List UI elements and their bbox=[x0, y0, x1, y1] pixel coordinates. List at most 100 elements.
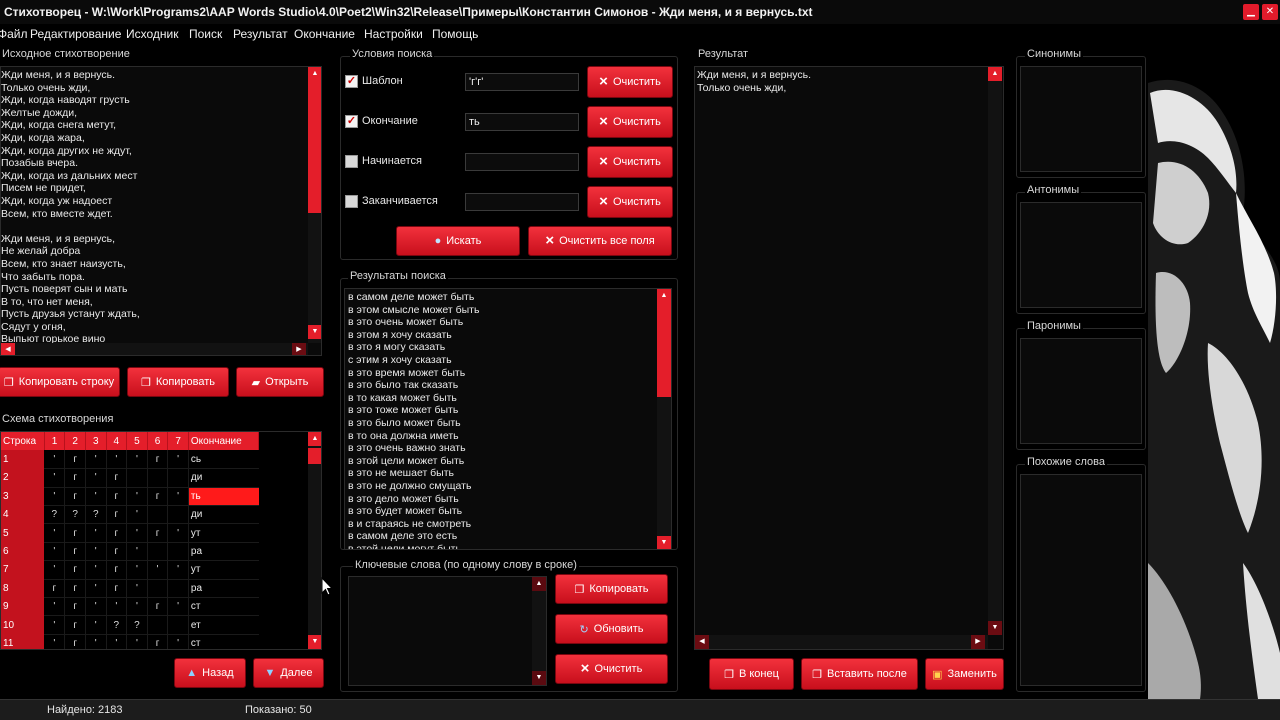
scroll-down-icon[interactable]: ▼ bbox=[532, 671, 546, 685]
condition-field[interactable] bbox=[465, 153, 579, 171]
clear-all-button[interactable]: × Очистить все поля bbox=[528, 226, 672, 256]
menu-help[interactable]: Помощь bbox=[432, 27, 478, 41]
close-button[interactable]: ✕ bbox=[1262, 4, 1278, 20]
scroll-left-icon[interactable]: ◀ bbox=[695, 635, 709, 649]
similar-list[interactable] bbox=[1020, 474, 1142, 686]
condition-checkbox[interactable]: ✓ bbox=[345, 115, 358, 128]
minimize-button[interactable]: ▁ bbox=[1243, 4, 1259, 20]
search-result-item[interactable]: в это я могу сказать bbox=[348, 341, 479, 354]
search-result-item[interactable]: в это тоже может быть bbox=[348, 404, 479, 417]
scroll-down-icon[interactable]: ▼ bbox=[308, 635, 321, 649]
scroll-thumb[interactable] bbox=[308, 81, 321, 213]
replace-button[interactable]: ▣ Заменить bbox=[925, 658, 1004, 690]
condition-checkbox[interactable]: ✓ bbox=[345, 195, 358, 208]
search-result-item[interactable]: в этой цели может быть bbox=[348, 455, 479, 468]
scroll-thumb[interactable] bbox=[657, 303, 671, 397]
open-button[interactable]: ▰ Открыть bbox=[236, 367, 324, 397]
scheme-ending-cell[interactable]: ут bbox=[188, 560, 259, 580]
scheme-row[interactable]: 6 ' г ' г ' ра bbox=[1, 542, 259, 562]
scheme-row[interactable]: 9 ' г ' ' ' г ' ст bbox=[1, 597, 259, 617]
scheme-vscroll[interactable]: ▲ ▼ bbox=[308, 432, 321, 649]
scroll-down-icon[interactable]: ▼ bbox=[988, 621, 1002, 635]
search-result-item[interactable]: в то какая может быть bbox=[348, 392, 479, 405]
menu-ending[interactable]: Окончание bbox=[294, 27, 355, 41]
scheme-ending-cell[interactable]: ст bbox=[188, 634, 259, 649]
menu-edit[interactable]: Редактирование bbox=[30, 27, 121, 41]
scheme-ending-cell[interactable]: ст bbox=[188, 597, 259, 617]
search-button[interactable]: ● Искать bbox=[396, 226, 520, 256]
condition-field[interactable]: 'г'г' bbox=[465, 73, 579, 91]
search-result-item[interactable]: с этим я хочу сказать bbox=[348, 354, 479, 367]
results-vscroll[interactable]: ▲ ▼ bbox=[657, 289, 671, 549]
search-result-item[interactable]: в это время может быть bbox=[348, 367, 479, 380]
scroll-right-icon[interactable]: ▶ bbox=[971, 635, 985, 649]
antonyms-list[interactable] bbox=[1020, 202, 1142, 308]
scroll-up-icon[interactable]: ▲ bbox=[532, 577, 546, 591]
scheme-row[interactable]: 3 ' г ' г ' г ' ть bbox=[1, 487, 259, 507]
result-text-area[interactable]: Жди меня, и я вернусь. Только очень жди, … bbox=[694, 66, 1004, 650]
search-result-item[interactable]: в самом деле это есть bbox=[348, 530, 479, 543]
keywords-copy-button[interactable]: ❐ Копировать bbox=[555, 574, 668, 604]
scheme-ending-cell[interactable]: ра bbox=[188, 542, 259, 562]
source-hscroll[interactable]: ◀ ▶ bbox=[1, 343, 308, 355]
scroll-up-icon[interactable]: ▲ bbox=[308, 432, 321, 446]
keywords-vscroll[interactable]: ▲ ▼ bbox=[532, 577, 546, 685]
scheme-row[interactable]: 4??? г ' ди bbox=[1, 505, 259, 525]
search-result-item[interactable]: в это очень может быть bbox=[348, 316, 479, 329]
scheme-row[interactable]: 7 ' г ' г ' ' ' ут bbox=[1, 560, 259, 580]
search-result-item[interactable]: в этом смысле может быть bbox=[348, 304, 479, 317]
condition-clear-button[interactable]: × Очистить bbox=[587, 106, 673, 138]
scheme-grid[interactable]: Строка 1 2 3 4 5 6 7 Окончание 1 ' г ' ' ' г ' с… bbox=[0, 431, 322, 650]
condition-field[interactable] bbox=[465, 193, 579, 211]
insert-after-button[interactable]: ❐ Вставить после bbox=[801, 658, 918, 690]
to-end-button[interactable]: ❐ В конец bbox=[709, 658, 794, 690]
back-button[interactable]: ▲ Назад bbox=[174, 658, 246, 688]
keywords-refresh-button[interactable]: ↻ Обновить bbox=[555, 614, 668, 644]
scheme-ending-cell[interactable]: ди bbox=[188, 505, 259, 525]
scheme-ending-cell[interactable]: ть bbox=[188, 487, 259, 507]
search-result-item[interactable]: в этой цели могут быть bbox=[348, 543, 479, 549]
scheme-row[interactable]: 11 ' г ' ' ' г ' ст bbox=[1, 634, 259, 649]
paronyms-list[interactable] bbox=[1020, 338, 1142, 444]
condition-checkbox[interactable]: ✓ bbox=[345, 75, 358, 88]
scroll-right-icon[interactable]: ▶ bbox=[292, 343, 306, 355]
menu-source[interactable]: Исходник bbox=[126, 27, 178, 41]
search-result-item[interactable]: в это дело может быть bbox=[348, 493, 479, 506]
menu-file[interactable]: Файл bbox=[0, 27, 28, 41]
copy-line-button[interactable]: ❐ Копировать строку bbox=[0, 367, 120, 397]
menu-result[interactable]: Результат bbox=[233, 27, 288, 41]
scroll-down-icon[interactable]: ▼ bbox=[657, 536, 671, 549]
scroll-thumb[interactable] bbox=[308, 448, 321, 464]
scheme-row[interactable]: 8 г г ' г ' ра bbox=[1, 579, 259, 599]
search-result-item[interactable]: в это не мешает быть bbox=[348, 467, 479, 480]
scheme-row[interactable]: 10 ' г '?? ет bbox=[1, 615, 259, 635]
scheme-ending-cell[interactable]: ут bbox=[188, 523, 259, 543]
search-result-item[interactable]: в это было так сказать bbox=[348, 379, 479, 392]
copy-source-button[interactable]: ❐ Копировать bbox=[127, 367, 229, 397]
source-vscroll[interactable]: ▲ ▼ bbox=[308, 67, 321, 343]
menu-search[interactable]: Поиск bbox=[189, 27, 222, 41]
search-result-item[interactable]: в самом деле может быть bbox=[348, 291, 479, 304]
scroll-up-icon[interactable]: ▲ bbox=[657, 289, 671, 303]
condition-clear-button[interactable]: × Очистить bbox=[587, 186, 673, 218]
scheme-row[interactable]: 5 ' г ' г ' г ' ут bbox=[1, 523, 259, 543]
search-result-item[interactable]: в этом я хочу сказать bbox=[348, 329, 479, 342]
scroll-left-icon[interactable]: ◀ bbox=[1, 343, 15, 355]
scheme-ending-cell[interactable]: ет bbox=[188, 615, 259, 635]
menu-settings[interactable]: Настройки bbox=[364, 27, 423, 41]
source-text-area[interactable]: Жди меня, и я вернусь. Только очень жди, Ж… bbox=[0, 66, 322, 356]
search-result-item[interactable]: в то она должна иметь bbox=[348, 430, 479, 443]
condition-field[interactable]: ть bbox=[465, 113, 579, 131]
keywords-clear-button[interactable]: × Очистить bbox=[555, 654, 668, 684]
search-result-item[interactable]: в это было может быть bbox=[348, 417, 479, 430]
keywords-input[interactable]: ▲ ▼ bbox=[348, 576, 547, 686]
search-result-item[interactable]: в это будет может быть bbox=[348, 505, 479, 518]
synonyms-list[interactable] bbox=[1020, 66, 1142, 172]
scheme-ending-cell[interactable]: сь bbox=[188, 450, 259, 470]
search-result-item[interactable]: в это не должно смущать bbox=[348, 480, 479, 493]
scheme-ending-cell[interactable]: ра bbox=[188, 579, 259, 599]
search-result-item[interactable]: в это очень важно знать bbox=[348, 442, 479, 455]
condition-clear-button[interactable]: × Очистить bbox=[587, 66, 673, 98]
scheme-ending-cell[interactable]: ди bbox=[188, 468, 259, 488]
scheme-row[interactable]: 2 ' г ' г ди bbox=[1, 468, 259, 488]
